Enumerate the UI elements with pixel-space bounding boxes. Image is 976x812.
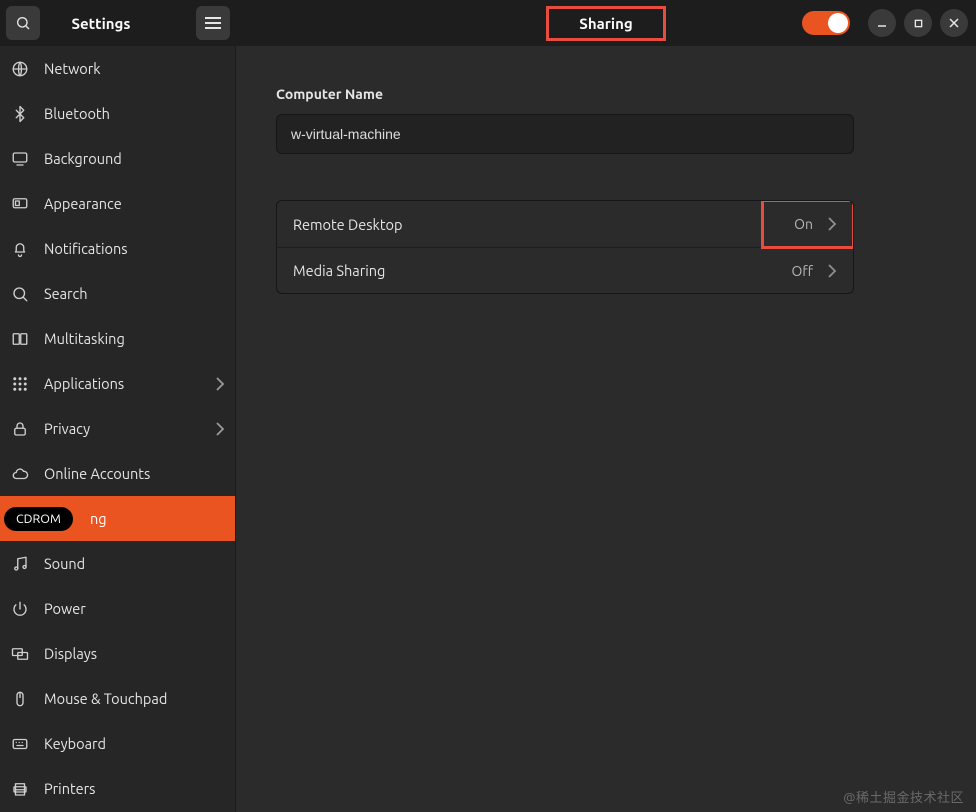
bluetooth-icon: [10, 105, 30, 123]
power-icon: [10, 600, 30, 618]
sidebar-item-mouse-touchpad[interactable]: Mouse & Touchpad: [0, 676, 235, 721]
settings-title: Settings: [14, 15, 188, 32]
sharing-row-remote-desktop[interactable]: Remote Desktop On: [277, 201, 853, 247]
sidebar-item-sound[interactable]: Sound: [0, 541, 235, 586]
sidebar-item-online-accounts[interactable]: Online Accounts: [0, 451, 235, 496]
minimize-button[interactable]: [868, 9, 896, 37]
settings-window: Settings Sharing: [0, 0, 976, 812]
body: Network Bluetooth Background Appearance Noti…: [0, 46, 976, 812]
music-icon: [10, 555, 30, 573]
sidebar-item-label: Bluetooth: [44, 105, 110, 122]
sidebar-item-label: Mouse & Touchpad: [44, 690, 167, 707]
sidebar-item-bluetooth[interactable]: Bluetooth: [0, 91, 235, 136]
chevron-right-icon: [215, 422, 225, 436]
lock-icon: [10, 420, 30, 438]
chevron-right-icon: [827, 264, 837, 278]
sidebar-item-label: Privacy: [44, 420, 90, 437]
sidebar-item-label: Background: [44, 150, 122, 167]
sidebar-item-network[interactable]: Network: [0, 46, 235, 91]
cloud-icon: [10, 465, 30, 483]
sidebar-item-label: Multitasking: [44, 330, 125, 347]
sidebar-item-sharing[interactable]: ng CDROM: [0, 496, 235, 541]
sidebar-item-label: Power: [44, 600, 86, 617]
sidebar-item-label: ng: [90, 510, 107, 527]
hamburger-icon: [205, 16, 221, 30]
sidebar-item-background[interactable]: Background: [0, 136, 235, 181]
sharing-master-toggle[interactable]: [802, 11, 850, 35]
appearance-icon: [10, 195, 30, 213]
chevron-right-icon: [215, 377, 225, 391]
hamburger-button[interactable]: [196, 6, 230, 40]
computer-name-field[interactable]: [276, 114, 854, 154]
sharing-row-state: Off: [791, 263, 813, 279]
bell-icon: [10, 240, 30, 258]
titlebar-right: Sharing: [236, 0, 976, 46]
close-button[interactable]: [940, 9, 968, 37]
close-icon: [949, 18, 959, 28]
sidebar-item-label: Displays: [44, 645, 97, 662]
globe-icon: [10, 60, 30, 78]
computer-name-label: Computer Name: [276, 86, 936, 102]
maximize-icon: [914, 19, 923, 28]
sidebar-item-notifications[interactable]: Notifications: [0, 226, 235, 271]
watermark: @稀土掘金技术社区: [843, 787, 964, 806]
printer-icon: [10, 780, 30, 798]
sidebar-item-label: Appearance: [44, 195, 122, 212]
sharing-row-media-sharing[interactable]: Media Sharing Off: [277, 247, 853, 293]
sidebar-item-keyboard[interactable]: Keyboard: [0, 721, 235, 766]
sharing-options: Remote Desktop On Media Sharing Off: [276, 200, 854, 294]
displays-icon: [10, 645, 30, 663]
search-icon: [10, 285, 30, 303]
sidebar-item-label: Online Accounts: [44, 465, 150, 482]
page-title: Sharing: [546, 6, 665, 41]
maximize-button[interactable]: [904, 9, 932, 37]
multitask-icon: [10, 330, 30, 348]
display-icon: [10, 150, 30, 168]
sidebar-item-appearance[interactable]: Appearance: [0, 181, 235, 226]
keyboard-icon: [10, 735, 30, 753]
chevron-right-icon: [827, 217, 837, 231]
cdrom-tooltip: CDROM: [4, 507, 73, 531]
sharing-row-state: On: [794, 216, 813, 232]
sharing-row-label: Media Sharing: [293, 262, 385, 279]
sidebar-item-applications[interactable]: Applications: [0, 361, 235, 406]
sharing-row-label: Remote Desktop: [293, 216, 402, 233]
sidebar: Network Bluetooth Background Appearance Noti…: [0, 46, 236, 812]
content: Computer Name Remote Desktop On Media Shar…: [236, 46, 976, 812]
titlebar: Settings Sharing: [0, 0, 976, 46]
titlebar-left: Settings: [0, 0, 236, 46]
sidebar-item-label: Keyboard: [44, 735, 106, 752]
sidebar-item-multitasking[interactable]: Multitasking: [0, 316, 235, 361]
sidebar-item-label: Sound: [44, 555, 85, 572]
sidebar-item-privacy[interactable]: Privacy: [0, 406, 235, 451]
sidebar-item-label: Printers: [44, 780, 95, 797]
sidebar-item-search[interactable]: Search: [0, 271, 235, 316]
sidebar-item-label: Network: [44, 60, 101, 77]
sidebar-item-label: Applications: [44, 375, 124, 392]
mouse-icon: [10, 690, 30, 708]
sidebar-item-power[interactable]: Power: [0, 586, 235, 631]
sidebar-item-printers[interactable]: Printers: [0, 766, 235, 811]
minimize-icon: [877, 18, 887, 28]
grid-icon: [10, 375, 30, 393]
sidebar-item-displays[interactable]: Displays: [0, 631, 235, 676]
window-controls: [802, 9, 976, 37]
sidebar-item-label: Search: [44, 285, 88, 302]
sidebar-item-label: Notifications: [44, 240, 128, 257]
